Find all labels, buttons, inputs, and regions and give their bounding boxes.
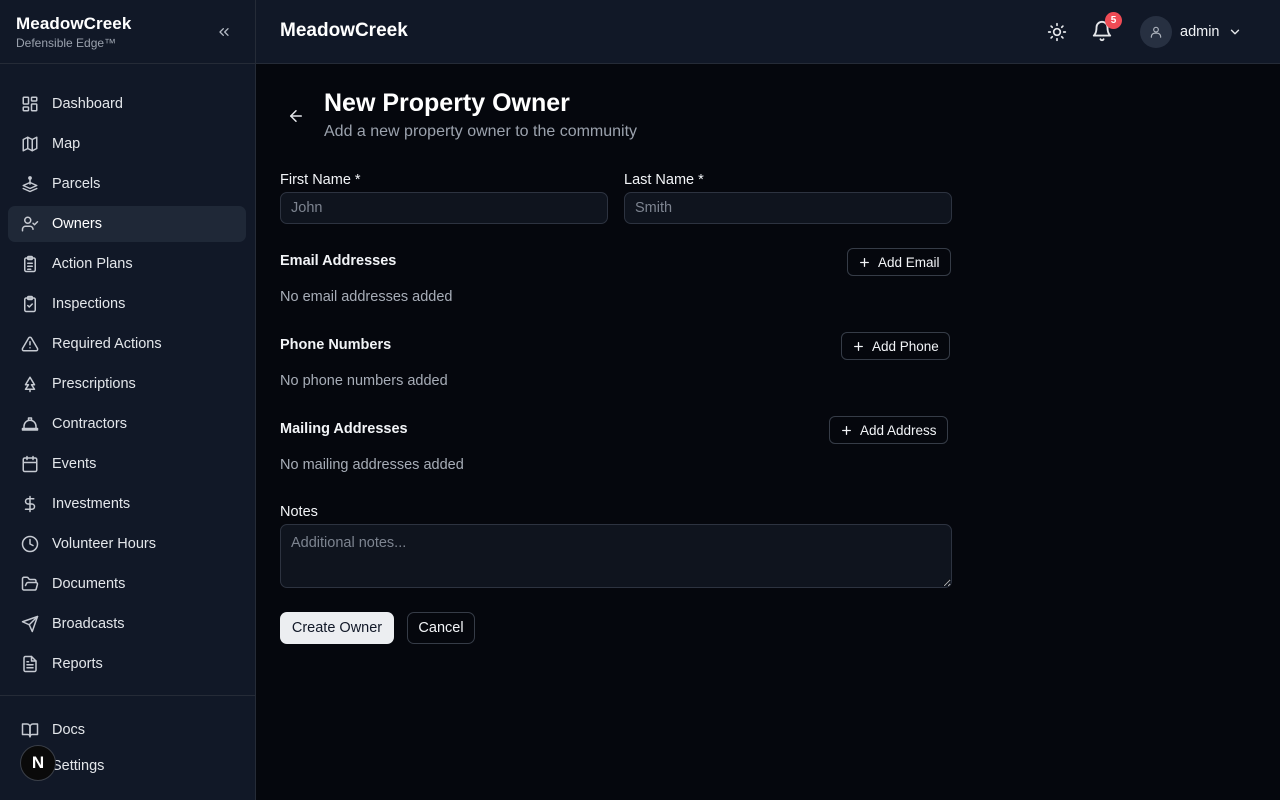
sidebar-item-label: Contractors xyxy=(52,416,127,432)
mailing-addresses-label: Mailing Addresses xyxy=(280,421,408,437)
sidebar-item-contractors[interactable]: Contractors xyxy=(8,406,246,442)
dollar-icon xyxy=(24,495,36,513)
sidebar-item-action-plans[interactable]: Action Plans xyxy=(8,246,246,282)
arrow-left-icon xyxy=(290,110,302,122)
sidebar-item-label: Required Actions xyxy=(52,336,162,352)
add-address-button[interactable]: Add Address xyxy=(829,416,948,444)
sidebar-item-label: Owners xyxy=(52,216,102,232)
cancel-button[interactable]: Cancel xyxy=(407,612,475,644)
sidebar-item-label: Events xyxy=(52,456,97,472)
sidebar-item-label: Reports xyxy=(52,656,103,672)
back-button[interactable] xyxy=(287,107,305,125)
sidebar-item-required-actions[interactable]: Required Actions xyxy=(8,326,246,362)
parcels-icon xyxy=(22,176,38,193)
sidebar-item-reports[interactable]: Reports xyxy=(8,646,246,682)
top-header: MeadowCreek 5 admin xyxy=(256,0,1280,64)
user-check-icon xyxy=(21,216,39,232)
user-menu[interactable]: admin xyxy=(1140,16,1242,48)
page-subtitle: Add a new property owner to the communit… xyxy=(324,123,638,140)
sidebar-item-docs[interactable]: Docs xyxy=(8,712,246,748)
dev-tools-badge[interactable]: N xyxy=(20,745,56,781)
sidebar-nav: Dashboard Map Parcels Owners Action Plan… xyxy=(0,64,255,682)
sidebar-item-label: Docs xyxy=(52,722,86,738)
add-phone-label: Add Phone xyxy=(872,338,939,354)
sidebar-item-label: Parcels xyxy=(52,176,101,192)
header-title: MeadowCreek xyxy=(280,20,408,41)
collapse-sidebar-button[interactable] xyxy=(213,21,235,43)
sidebar-item-label: Volunteer Hours xyxy=(52,536,156,552)
sidebar-item-broadcasts[interactable]: Broadcasts xyxy=(8,606,246,642)
sidebar-item-volunteer-hours[interactable]: Volunteer Hours xyxy=(8,526,246,562)
clipboard-list-icon xyxy=(24,255,36,273)
add-phone-button[interactable]: Add Phone xyxy=(841,332,950,360)
sidebar-item-map[interactable]: Map xyxy=(8,126,246,162)
emails-empty-text: No email addresses added xyxy=(280,289,453,305)
phones-empty-text: No phone numbers added xyxy=(280,373,448,389)
alert-triangle-icon xyxy=(21,336,39,352)
sidebar-item-label: Action Plans xyxy=(52,256,133,272)
map-icon xyxy=(22,136,38,152)
last-name-input[interactable] xyxy=(624,192,952,224)
add-email-button[interactable]: Add Email xyxy=(847,248,951,276)
sidebar-item-label: Broadcasts xyxy=(52,616,125,632)
sidebar-item-label: Dashboard xyxy=(52,96,123,112)
sidebar-item-label: Inspections xyxy=(52,296,126,312)
sidebar-item-investments[interactable]: Investments xyxy=(8,486,246,522)
sidebar-item-documents[interactable]: Documents xyxy=(8,566,246,602)
email-addresses-label: Email Addresses xyxy=(280,253,397,269)
addresses-empty-text: No mailing addresses added xyxy=(280,457,464,473)
sidebar-item-label: Investments xyxy=(52,496,131,512)
plus-icon xyxy=(854,341,863,351)
chevrons-left-icon xyxy=(219,27,229,36)
sidebar-item-prescriptions[interactable]: Prescriptions xyxy=(8,366,246,402)
first-name-input[interactable] xyxy=(280,192,608,224)
clipboard-check-icon xyxy=(24,295,36,313)
dashboard-icon xyxy=(22,96,38,112)
sidebar: MeadowCreek Defensible Edge™ Dashboard M… xyxy=(0,0,256,800)
notes-textarea[interactable] xyxy=(280,524,952,588)
notification-count-badge: 5 xyxy=(1105,12,1122,29)
theme-toggle-button[interactable] xyxy=(1047,22,1067,42)
add-email-label: Add Email xyxy=(878,254,940,270)
sidebar-item-owners[interactable]: Owners xyxy=(8,206,246,242)
book-icon xyxy=(21,723,39,738)
sidebar-item-dashboard[interactable]: Dashboard xyxy=(8,86,246,122)
plus-icon xyxy=(860,257,869,267)
chevron-down-icon xyxy=(1230,29,1239,35)
user-name: admin xyxy=(1180,24,1220,40)
add-address-label: Add Address xyxy=(860,422,937,438)
sidebar-item-inspections[interactable]: Inspections xyxy=(8,286,246,322)
tree-icon xyxy=(24,376,36,393)
folder-open-icon xyxy=(21,576,39,591)
clock-icon xyxy=(21,535,39,553)
first-name-label: First Name * xyxy=(280,172,361,188)
last-name-label: Last Name * xyxy=(624,172,704,188)
notes-label: Notes xyxy=(280,504,318,520)
send-icon xyxy=(21,615,39,633)
sidebar-item-parcels[interactable]: Parcels xyxy=(8,166,246,202)
sidebar-item-label: Settings xyxy=(52,758,105,774)
brand: MeadowCreek Defensible Edge™ xyxy=(0,0,255,64)
plus-icon xyxy=(842,425,851,435)
sidebar-item-events[interactable]: Events xyxy=(8,446,246,482)
sidebar-item-label: Documents xyxy=(52,576,126,592)
sidebar-item-label: Prescriptions xyxy=(52,376,136,392)
calendar-icon xyxy=(22,455,38,473)
sidebar-item-label: Map xyxy=(52,136,81,152)
phone-numbers-label: Phone Numbers xyxy=(280,337,392,353)
hard-hat-icon xyxy=(21,417,39,431)
create-owner-button[interactable]: Create Owner xyxy=(280,612,394,644)
avatar xyxy=(1140,16,1172,48)
sun-icon xyxy=(1047,22,1067,42)
file-text-icon xyxy=(23,655,37,673)
page-title: New Property Owner xyxy=(324,89,570,117)
user-icon xyxy=(1150,26,1162,38)
